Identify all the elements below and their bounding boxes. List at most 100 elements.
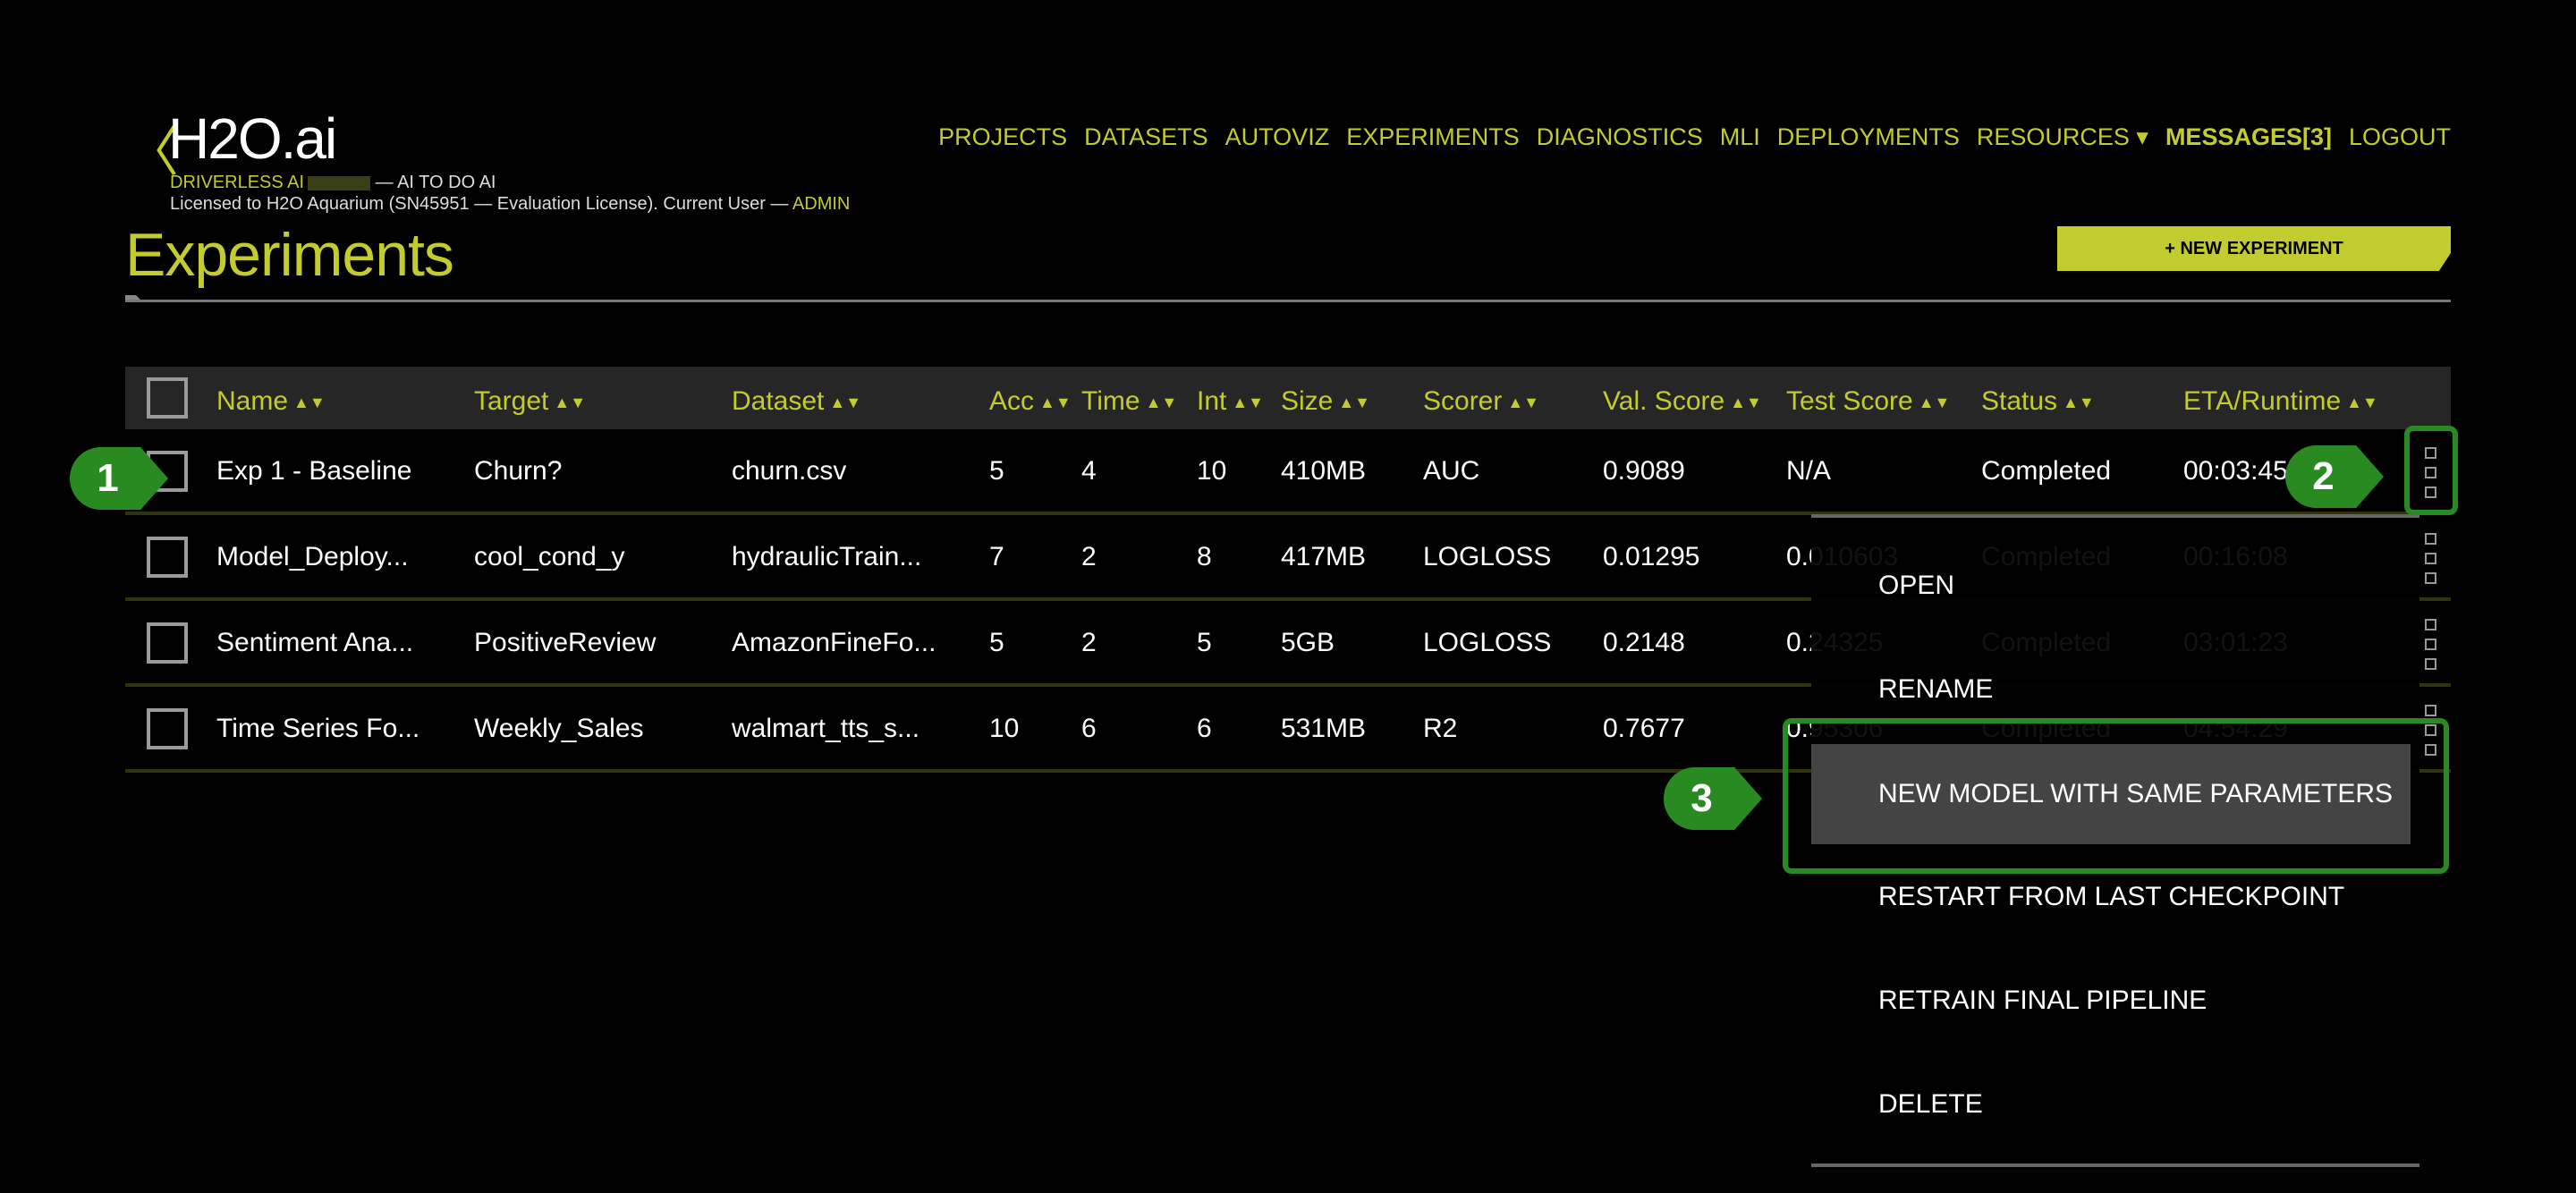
cell-scorer: LOGLOSS: [1423, 628, 1552, 657]
column-header-valscore[interactable]: Val. Score ▲▼: [1603, 386, 1762, 417]
top-nav: PROJECTS DATASETS AUTOVIZ EXPERIMENTS DIAGNO…: [938, 123, 2451, 151]
nav-datasets[interactable]: DATASETS: [1084, 123, 1208, 151]
row-menu-icon[interactable]: [2425, 533, 2437, 584]
column-label: Size: [1281, 386, 1334, 416]
cell-int: 10: [1197, 456, 1227, 486]
menu-item-retrain-final-pipeline[interactable]: RETRAIN FINAL PIPELINE: [1811, 951, 2419, 1051]
sort-icon[interactable]: ▲▼: [1730, 394, 1762, 410]
nav-resources[interactable]: RESOURCES ▾: [1977, 123, 2148, 151]
cell-size: 5GB: [1281, 628, 1335, 657]
nav-logout[interactable]: LOGOUT: [2349, 123, 2451, 151]
license-text: Licensed to H2O Aquarium (SN45951 — Eval…: [170, 194, 792, 214]
sort-icon[interactable]: ▲▼: [293, 394, 326, 410]
cell-time: 6: [1081, 714, 1097, 743]
callout-badge-3: 3: [1664, 767, 1762, 830]
nav-diagnostics[interactable]: DIAGNOSTICS: [1537, 123, 1703, 151]
column-header-dataset[interactable]: Dataset ▲▼: [732, 386, 861, 417]
cell-name[interactable]: Sentiment Ana...: [216, 628, 413, 658]
column-header-time[interactable]: Time ▲▼: [1081, 386, 1178, 417]
column-label: Val. Score: [1603, 386, 1725, 416]
column-label: Test Score: [1786, 386, 1913, 416]
column-label: Dataset: [732, 386, 825, 416]
row-checkbox[interactable]: [147, 537, 188, 578]
cell-name[interactable]: Time Series Fo...: [216, 714, 419, 744]
cell-target: cool_cond_y: [474, 542, 625, 571]
column-header-size[interactable]: Size ▲▼: [1281, 386, 1370, 417]
menu-item-delete[interactable]: DELETE: [1811, 1054, 2419, 1155]
sort-icon[interactable]: ▲▼: [1232, 394, 1264, 410]
nav-messages[interactable]: MESSAGES[3]: [2165, 123, 2332, 151]
select-all-checkbox[interactable]: [147, 377, 188, 419]
nav-projects[interactable]: PROJECTS: [938, 123, 1067, 151]
product-name: DRIVERLESS AI: [170, 173, 305, 192]
sort-icon[interactable]: ▲▼: [1507, 394, 1539, 410]
column-label: Acc: [989, 386, 1035, 416]
column-label: Target: [474, 386, 549, 416]
cell-time: 4: [1081, 456, 1097, 486]
cell-dataset: AmazonFineFo...: [732, 628, 936, 657]
table-row[interactable]: Exp 1 - Baseline Churn? churn.csv 5 4 10 410MB…: [125, 429, 2451, 515]
cell-acc: 5: [989, 456, 1004, 486]
tagline: — AI TO DO AI: [370, 173, 496, 192]
cell-valscore: 0.9089: [1603, 456, 1685, 486]
cell-acc: 5: [989, 628, 1004, 657]
cell-time: 2: [1081, 628, 1097, 657]
cell-name[interactable]: Exp 1 - Baseline: [216, 456, 411, 487]
cell-dataset: hydraulicTrain...: [732, 542, 922, 571]
cell-valscore: 0.01295: [1603, 542, 1700, 571]
nav-mli[interactable]: MLI: [1720, 123, 1760, 151]
column-label: Int: [1197, 386, 1227, 416]
cell-valscore: 0.7677: [1603, 714, 1685, 743]
cell-size: 410MB: [1281, 456, 1367, 486]
nav-experiments[interactable]: EXPERIMENTS: [1346, 123, 1520, 151]
cell-size: 417MB: [1281, 542, 1367, 571]
cell-valscore: 0.2148: [1603, 628, 1685, 657]
sort-icon[interactable]: ▲▼: [2346, 394, 2378, 410]
menu-item-open[interactable]: OPEN: [1811, 536, 2419, 636]
column-header-status[interactable]: Status ▲▼: [1981, 386, 2095, 417]
cell-scorer: LOGLOSS: [1423, 542, 1552, 571]
column-label: Status: [1981, 386, 2058, 416]
column-header-scorer[interactable]: Scorer ▲▼: [1423, 386, 1539, 417]
column-header-acc[interactable]: Acc ▲▼: [989, 386, 1072, 417]
row-menu-icon[interactable]: [2425, 619, 2437, 670]
divider: [125, 300, 2451, 302]
cell-int: 6: [1197, 714, 1212, 743]
nav-deployments[interactable]: DEPLOYMENTS: [1777, 123, 1960, 151]
cell-int: 5: [1197, 628, 1212, 657]
column-header-name[interactable]: Name ▲▼: [216, 386, 326, 417]
sort-icon[interactable]: ▲▼: [1039, 394, 1072, 410]
sort-icon[interactable]: ▲▼: [554, 394, 586, 410]
cell-etaruntime: 00:03:45: [2183, 456, 2288, 486]
cell-scorer: AUC: [1423, 456, 1480, 486]
current-user[interactable]: ADMIN: [792, 194, 850, 214]
cell-size: 531MB: [1281, 714, 1367, 743]
cell-dataset: churn.csv: [732, 456, 847, 486]
callout-highlight-kebab: [2404, 426, 2458, 515]
cell-scorer: R2: [1423, 714, 1458, 743]
callout-highlight-menu-item: [1783, 718, 2449, 874]
new-experiment-button[interactable]: + NEW EXPERIMENT: [2057, 226, 2451, 271]
column-header-etaruntime[interactable]: ETA/Runtime ▲▼: [2183, 386, 2378, 417]
cell-status: Completed: [1981, 456, 2112, 486]
cell-target: Churn?: [474, 456, 563, 486]
cell-acc: 7: [989, 542, 1004, 571]
nav-autoviz[interactable]: AUTOVIZ: [1225, 123, 1330, 151]
column-header-target[interactable]: Target ▲▼: [474, 386, 586, 417]
column-label: Scorer: [1423, 386, 1503, 416]
sort-icon[interactable]: ▲▼: [1919, 394, 1951, 410]
row-checkbox[interactable]: [147, 708, 188, 749]
sort-icon[interactable]: ▲▼: [829, 394, 861, 410]
sort-icon[interactable]: ▲▼: [2063, 394, 2095, 410]
sort-icon[interactable]: ▲▼: [1146, 394, 1178, 410]
column-label: ETA/Runtime: [2183, 386, 2342, 416]
column-header-testscore[interactable]: Test Score ▲▼: [1786, 386, 1951, 417]
cell-acc: 10: [989, 714, 1020, 743]
row-checkbox[interactable]: [147, 622, 188, 664]
column-header-int[interactable]: Int ▲▼: [1197, 386, 1264, 417]
column-label: Time: [1081, 386, 1140, 416]
logo: H2O.ai: [168, 106, 337, 171]
cell-name[interactable]: Model_Deploy...: [216, 542, 409, 572]
sort-icon[interactable]: ▲▼: [1338, 394, 1370, 410]
product-line: DRIVERLESS AI — AI TO DO AI: [170, 173, 496, 193]
